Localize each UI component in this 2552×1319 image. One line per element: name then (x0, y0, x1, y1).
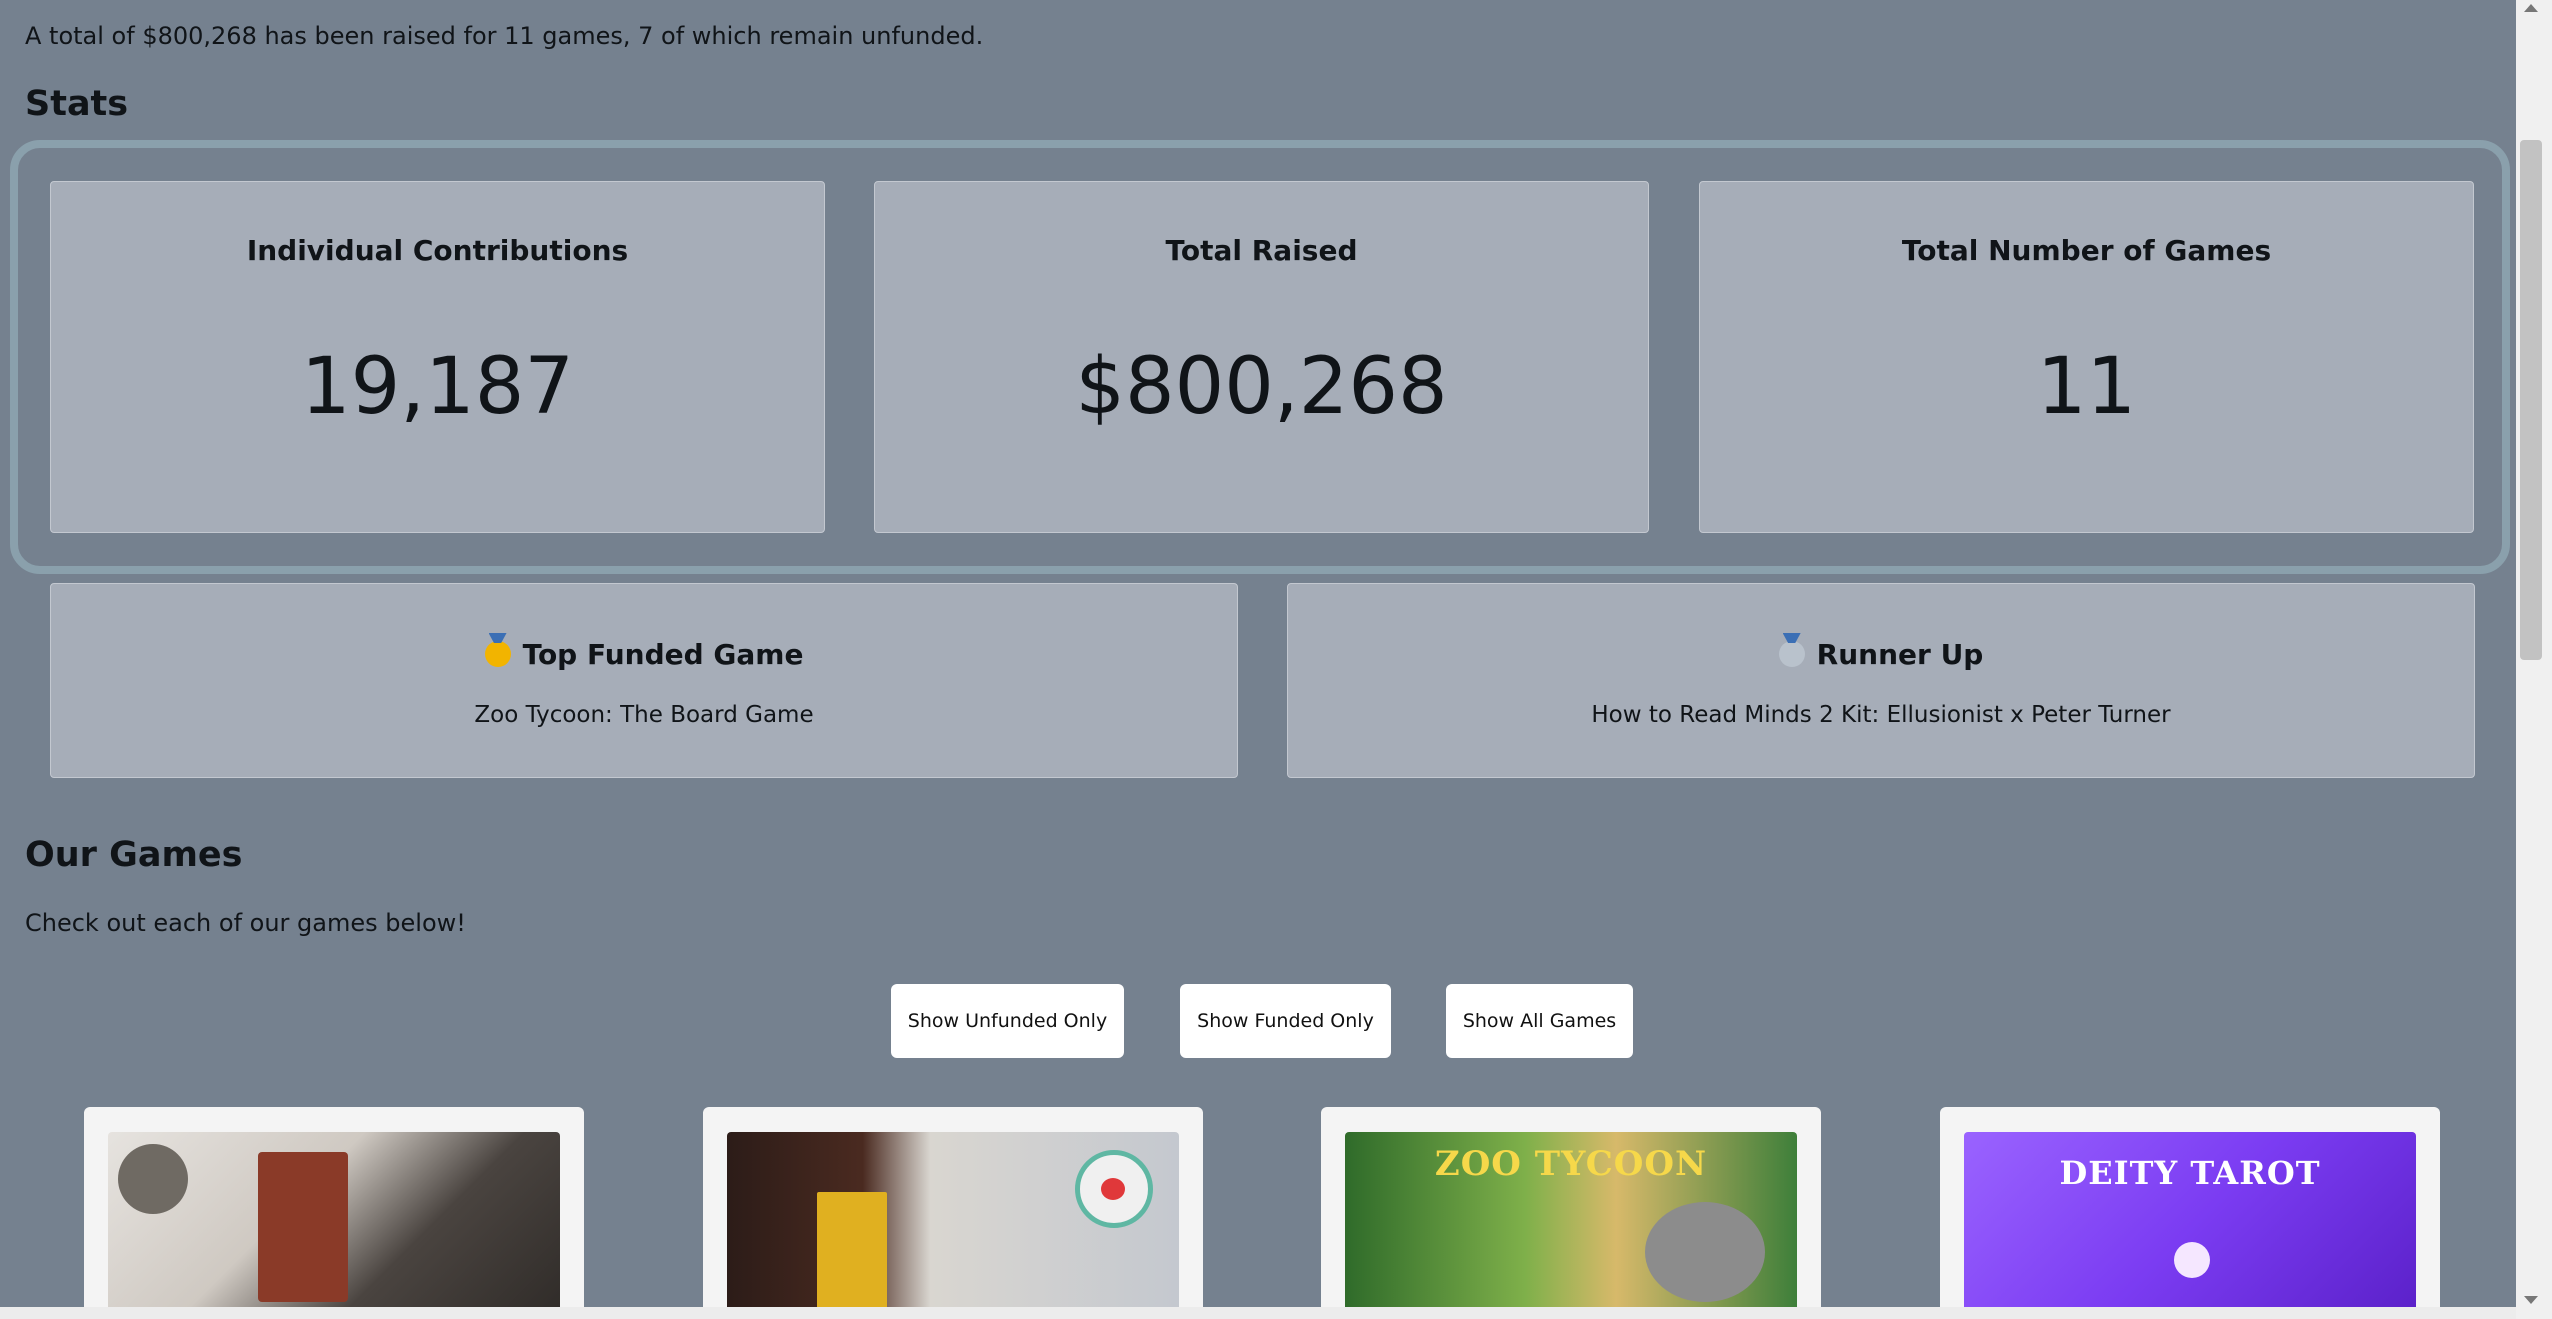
top-funded-card: Top Funded Game Zoo Tycoon: The Board Ga… (50, 583, 1238, 778)
game-card[interactable]: ZOO TYCOON (1321, 1107, 1821, 1307)
game-image: DEITY TAROT (1964, 1132, 2416, 1307)
stat-card-contributions: Individual Contributions 19,187 (50, 181, 825, 533)
horizontal-scrollbar[interactable] (0, 1307, 2516, 1319)
scroll-up-icon[interactable] (2524, 4, 2538, 12)
stat-label: Individual Contributions (246, 234, 629, 267)
game-card[interactable] (84, 1107, 584, 1307)
stat-card-num-games: Total Number of Games 11 (1699, 181, 2474, 533)
stat-value: 11 (2036, 342, 2137, 432)
top-funded-heading: Top Funded Game (522, 638, 804, 671)
funding-summary: A total of $800,268 has been raised for … (25, 22, 984, 50)
page: A total of $800,268 has been raised for … (0, 0, 2516, 1307)
game-card[interactable] (703, 1107, 1203, 1307)
games-subtitle: Check out each of our games below! (25, 909, 466, 937)
game-image (727, 1132, 1179, 1307)
gold-medal-icon (484, 641, 511, 667)
stat-value: 19,187 (301, 342, 574, 432)
game-image (108, 1132, 560, 1307)
stat-value: $800,268 (1075, 342, 1448, 432)
stat-label: Total Number of Games (1901, 234, 2272, 267)
game-image: ZOO TYCOON (1345, 1132, 1797, 1307)
scroll-down-icon[interactable] (2524, 1296, 2538, 1304)
games-heading: Our Games (25, 835, 243, 875)
show-unfunded-button[interactable]: Show Unfunded Only (891, 984, 1124, 1058)
silver-medal-icon (1778, 641, 1805, 667)
game-card[interactable]: DEITY TAROT (1940, 1107, 2440, 1307)
runner-up-card: Runner Up How to Read Minds 2 Kit: Ellus… (1287, 583, 2475, 778)
stat-label: Total Raised (1165, 234, 1358, 267)
runner-up-heading: Runner Up (1816, 638, 1984, 671)
runner-up-name: How to Read Minds 2 Kit: Ellusionist x P… (1591, 702, 2171, 728)
stat-card-total-raised: Total Raised $800,268 (874, 181, 1649, 533)
vertical-scrollbar[interactable] (2516, 0, 2552, 1319)
show-funded-button[interactable]: Show Funded Only (1180, 984, 1391, 1058)
scroll-thumb[interactable] (2520, 140, 2542, 660)
show-all-button[interactable]: Show All Games (1446, 984, 1633, 1058)
top-funded-name: Zoo Tycoon: The Board Game (474, 702, 814, 728)
stats-heading: Stats (25, 84, 129, 124)
